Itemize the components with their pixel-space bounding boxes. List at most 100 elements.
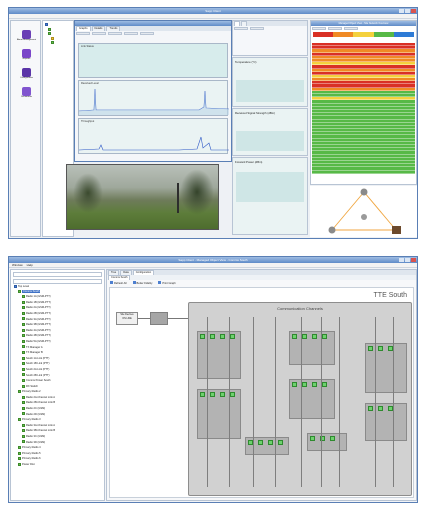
tower-icon[interactable] (361, 214, 367, 220)
tab[interactable] (241, 21, 247, 26)
port-indicator[interactable] (268, 440, 273, 445)
port-indicator[interactable] (220, 334, 225, 339)
diagram-canvas: TTE South Site Devices ON LINE Communica… (109, 287, 414, 498)
bottom-menu-bar: Window Help (9, 263, 417, 268)
channel-line (375, 317, 376, 487)
node-icon (18, 390, 21, 394)
legend-major[interactable] (333, 32, 354, 37)
sidebar-item-label: Alarm Management (16, 39, 37, 41)
graph-panel: Link Status (78, 43, 228, 78)
node-icon (22, 356, 25, 360)
node-icon[interactable] (360, 188, 368, 196)
tree-row[interactable] (45, 41, 71, 46)
refresh-button[interactable]: Refresh All (110, 281, 127, 285)
tree-label: South 2B Link (PTT) (26, 373, 50, 377)
close-button[interactable] (411, 258, 416, 262)
link-device-box[interactable] (150, 312, 168, 325)
node-icon (22, 412, 25, 416)
tab[interactable] (234, 21, 240, 26)
graph-window: Graphs Details Trends Link Status Receiv… (74, 20, 232, 162)
sidebar-item-reports[interactable]: Reports (16, 49, 37, 61)
tree-search-input[interactable] (13, 272, 102, 277)
top-title-bar: Sapp Client (9, 8, 417, 14)
graph-plot (79, 88, 229, 115)
node-icon[interactable] (392, 226, 401, 234)
node-icon (22, 367, 25, 371)
tree-label: Radio 3B-Channel Link B (26, 429, 56, 433)
port-indicator[interactable] (292, 334, 297, 339)
close-button[interactable] (411, 9, 416, 13)
port-indicator[interactable] (220, 392, 225, 397)
sidebar-item-documents[interactable]: Documents (16, 87, 37, 99)
tab-view-title[interactable]: Comms South (108, 275, 131, 280)
node-icon (51, 41, 54, 45)
tree-filter-input[interactable] (13, 279, 102, 284)
tab-details[interactable]: Details (91, 26, 106, 31)
minimize-button[interactable] (399, 258, 404, 262)
legend-minor[interactable] (353, 32, 374, 37)
menu-window[interactable]: Window (12, 263, 23, 267)
node-icon (22, 295, 25, 298)
tree-row[interactable]: Power Dist (11, 462, 104, 468)
port-indicator[interactable] (292, 382, 297, 387)
toolbar-button[interactable] (344, 27, 358, 30)
port-indicator[interactable] (378, 406, 383, 411)
fidelity-button[interactable]: Better Fidelity (132, 281, 152, 285)
port-indicator[interactable] (258, 440, 263, 445)
tab-configuration[interactable]: Configuration (132, 270, 155, 275)
toolbar-button[interactable] (140, 32, 154, 35)
port-indicator[interactable] (368, 406, 373, 411)
port-indicator[interactable] (330, 436, 335, 441)
port-indicator[interactable] (312, 334, 317, 339)
maximize-button[interactable] (405, 258, 410, 262)
port-indicator[interactable] (200, 392, 205, 397)
port-indicator[interactable] (278, 440, 283, 445)
legend-normal[interactable] (373, 32, 394, 37)
maximize-button[interactable] (405, 9, 410, 13)
node-icon (22, 362, 25, 366)
tab-trends[interactable]: Trends (106, 26, 121, 31)
minimize-button[interactable] (399, 9, 404, 13)
legend-info[interactable] (393, 32, 415, 37)
tree-label: Primary Radio 3 (22, 418, 41, 422)
port-indicator[interactable] (230, 392, 235, 397)
alarm-panel-title: Managed Object View - Site Network Overv… (338, 22, 389, 25)
alarm-row[interactable] (312, 170, 415, 174)
left-status-box[interactable]: Site Devices ON LINE (116, 312, 138, 325)
port-indicator[interactable] (302, 334, 307, 339)
menu-help[interactable]: Help (27, 263, 33, 267)
port-indicator[interactable] (368, 346, 373, 351)
port-indicator[interactable] (210, 392, 215, 397)
port-indicator[interactable] (322, 382, 327, 387)
toolbar-button[interactable] (328, 27, 342, 30)
tab-graphs[interactable]: Graphs (76, 26, 91, 31)
toolbar-button[interactable] (234, 27, 248, 30)
port-indicator[interactable] (322, 334, 327, 339)
sidebar-item-configuration[interactable]: Configuration (16, 68, 37, 80)
port-indicator[interactable] (312, 382, 317, 387)
port-indicator[interactable] (310, 436, 315, 441)
toolbar-button[interactable] (124, 32, 138, 35)
node-icon (22, 317, 25, 321)
legend-critical[interactable] (313, 32, 334, 37)
bottom-tree-pane: Top Level Comms South Radio 1A (GSM-PTT)… (10, 269, 105, 501)
alarm-panel: Managed Object View - Site Network Overv… (310, 20, 417, 185)
node-icon (22, 373, 25, 377)
sub-toolbar: Refresh All Better Fidelity Print Graph (107, 280, 416, 286)
port-indicator[interactable] (230, 334, 235, 339)
toolbar-button[interactable] (250, 27, 264, 30)
node-icon[interactable] (328, 226, 336, 234)
node-icon (22, 339, 25, 343)
tree-silhouette (73, 173, 103, 213)
toolbar-button[interactable] (92, 32, 106, 35)
print-button[interactable]: Print Graph (158, 281, 176, 285)
toolbar-button[interactable] (108, 32, 122, 35)
port-indicator[interactable] (200, 334, 205, 339)
panel-label: Forward Power (dBm) (235, 160, 263, 164)
port-indicator[interactable] (210, 334, 215, 339)
toolbar-button[interactable] (312, 27, 326, 30)
toolbar-button[interactable] (76, 32, 90, 35)
port-indicator[interactable] (378, 346, 383, 351)
sidebar-item-alarm[interactable]: Alarm Management (16, 30, 37, 42)
port-indicator[interactable] (302, 382, 307, 387)
